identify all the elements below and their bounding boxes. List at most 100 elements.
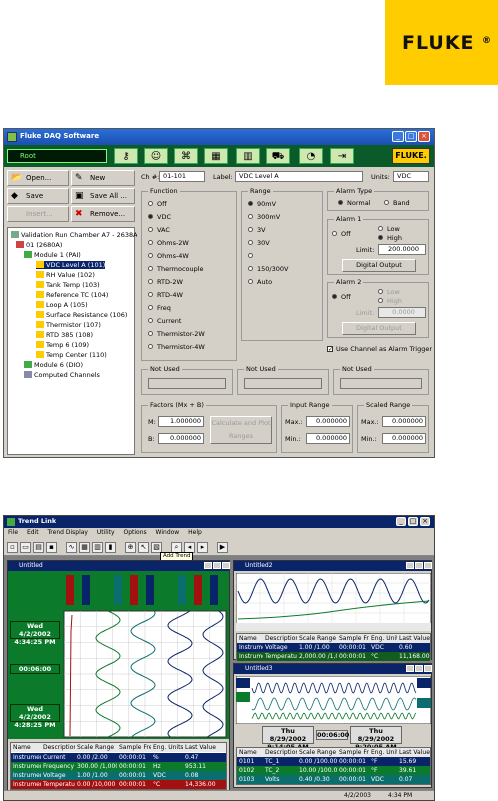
- save-all-button[interactable]: ▣ Save All ...: [71, 188, 135, 204]
- tree-channel-item[interactable]: Tank Temp (103): [36, 281, 100, 289]
- menu-options[interactable]: Options: [123, 529, 146, 536]
- range-option[interactable]: 90mV: [248, 200, 276, 208]
- alarm2-low[interactable]: Low: [378, 288, 400, 296]
- grid-icon[interactable]: ▦: [204, 148, 228, 164]
- alarm1-off[interactable]: Off: [332, 230, 351, 238]
- range-option[interactable]: 3V: [248, 226, 266, 234]
- sub3-close[interactable]: [424, 665, 432, 672]
- alarm2-limit-field[interactable]: 0.0000: [378, 307, 426, 318]
- sub2-maximize[interactable]: [415, 562, 423, 569]
- range-option[interactable]: 30V: [248, 239, 270, 247]
- ch-number-field[interactable]: 01-101: [159, 171, 205, 182]
- insert-button[interactable]: Insert...: [7, 206, 69, 222]
- scaled-min-field[interactable]: 0.000000: [382, 433, 426, 444]
- calculate-button[interactable]: Calculate and Plot Ranges: [210, 416, 272, 444]
- menu-help[interactable]: Help: [188, 529, 202, 536]
- trend-close-button[interactable]: ×: [420, 517, 430, 526]
- table-row[interactable]: InstrumentTemperature2,000.00 /1,00000:0…: [237, 652, 430, 661]
- open-icon[interactable]: ▭: [20, 542, 31, 553]
- range-option[interactable]: Auto: [248, 278, 272, 286]
- truck-icon[interactable]: ⛟: [266, 148, 290, 164]
- users-icon[interactable]: ☺: [144, 148, 168, 164]
- range-option[interactable]: 150/300V: [248, 265, 288, 273]
- sub3-trend-chart[interactable]: [236, 676, 431, 724]
- table-row[interactable]: Instrument 1Temperature0.00 /10,00000:00…: [11, 780, 226, 789]
- use-trigger-checkbox[interactable]: ✓ Use Channel as Alarm Trigger: [327, 345, 432, 353]
- alarm2-off[interactable]: Off: [332, 293, 351, 301]
- table-icon[interactable]: ▥: [92, 542, 103, 553]
- alarm1-digital-output-button[interactable]: Digital Output: [342, 259, 416, 272]
- function-option[interactable]: Thermistor-2W: [148, 330, 205, 338]
- tree-channel-item[interactable]: RTD 385 (108): [36, 331, 93, 339]
- chart-icon[interactable]: ▮: [105, 542, 116, 553]
- new-button[interactable]: ✎ New: [71, 170, 135, 186]
- tree-channel-item[interactable]: Thermistor (107): [36, 321, 101, 329]
- function-option[interactable]: VAC: [148, 226, 170, 234]
- alarm1-high[interactable]: High: [378, 234, 402, 242]
- trend-icon[interactable]: ∿: [66, 542, 77, 553]
- play-icon[interactable]: ▶: [217, 542, 228, 553]
- function-option[interactable]: RTD-4W: [148, 291, 183, 299]
- sub2-minimize[interactable]: [406, 562, 414, 569]
- remove-button[interactable]: ✖ Remove...: [71, 206, 135, 222]
- tree-device[interactable]: 01 (2680A): [16, 241, 62, 249]
- tree-channel-item[interactable]: Surface Resistance (106): [36, 311, 127, 319]
- print-icon[interactable]: ▤: [33, 542, 44, 553]
- close-button[interactable]: ×: [418, 131, 430, 142]
- scaled-max-field[interactable]: 0.000000: [382, 416, 426, 427]
- input-min-field[interactable]: 0.000000: [306, 433, 350, 444]
- function-option[interactable]: Ohms-4W: [148, 252, 189, 260]
- key-icon[interactable]: ⚷: [114, 148, 138, 164]
- table-row[interactable]: 0101TC_10.00 /100.000000:00:01°F15.69: [237, 757, 430, 766]
- function-option[interactable]: Thermocouple: [148, 265, 204, 273]
- gauge-icon[interactable]: ◔: [299, 148, 323, 164]
- sub2-trend-chart[interactable]: [236, 573, 431, 631]
- alarm-type-band[interactable]: Band: [384, 199, 410, 207]
- table-row[interactable]: Instrument 1Frequency300.00 /1,00000:00:…: [11, 762, 226, 771]
- new-icon[interactable]: ▫: [7, 542, 18, 553]
- function-option[interactable]: Off: [148, 200, 167, 208]
- table-row[interactable]: 0103 Volts 0.40 /0.30 00:00:01 VDC 0.07: [237, 775, 430, 784]
- function-option[interactable]: RTD-2W: [148, 278, 183, 286]
- sub3-minimize[interactable]: [406, 665, 414, 672]
- menu-window[interactable]: Window: [156, 529, 180, 536]
- channel-tree[interactable]: Validation Run Chamber A7 - 2638A 01 (26…: [7, 227, 138, 455]
- sub1-minimize[interactable]: [204, 562, 212, 569]
- menu-trend-display[interactable]: Trend Display: [48, 529, 88, 536]
- save-icon[interactable]: ▪: [46, 542, 57, 553]
- units-field[interactable]: VDC: [393, 171, 429, 182]
- alarm2-digital-output-button[interactable]: Digital Output: [342, 322, 416, 335]
- tree-channel-item[interactable]: Reference TC (104): [36, 291, 108, 299]
- b-field[interactable]: 0.000000: [158, 433, 204, 444]
- open-button[interactable]: 📂 Open...: [7, 170, 69, 186]
- save-button[interactable]: ◆ Save: [7, 188, 69, 204]
- minimize-button[interactable]: _: [392, 131, 404, 142]
- function-option[interactable]: VDC: [148, 213, 171, 221]
- table-row[interactable]: 0102TC_210.00 /100.000000:00:01°F39.61: [237, 766, 430, 775]
- sub3-maximize[interactable]: [415, 665, 423, 672]
- sub1-maximize[interactable]: [213, 562, 221, 569]
- tree-channel-item[interactable]: VDC Level A (101): [36, 261, 106, 269]
- label-field[interactable]: VDC Level A: [235, 171, 363, 182]
- range-option[interactable]: [248, 252, 257, 260]
- tree-channel-item[interactable]: Temp 6 (109): [36, 341, 89, 349]
- alarm-type-normal[interactable]: Normal: [338, 199, 371, 207]
- tree-computed[interactable]: Computed Channels: [24, 371, 100, 379]
- cursor-icon[interactable]: ↖: [138, 542, 149, 553]
- grid-icon[interactable]: ▦: [79, 542, 90, 553]
- forward-icon[interactable]: ▸: [197, 542, 208, 553]
- exit-icon[interactable]: ⇥: [330, 148, 354, 164]
- chart-icon[interactable]: ▥: [236, 148, 260, 164]
- function-option[interactable]: Ohms-2W: [148, 239, 189, 247]
- tree-root[interactable]: Validation Run Chamber A7 - 2638A: [11, 231, 138, 239]
- alarm2-high[interactable]: High: [378, 297, 402, 305]
- maximize-button[interactable]: □: [405, 131, 417, 142]
- add-trend-icon[interactable]: ⊕: [125, 542, 136, 553]
- tree-module1[interactable]: Module 1 (PAI): [24, 251, 81, 259]
- menu-file[interactable]: File: [8, 529, 18, 536]
- table-row[interactable]: InstrumentVoltage1.00 /1.0000:00:01VDC0.…: [237, 643, 430, 652]
- table-row[interactable]: Instrument 1Current0.00 /2.0000:00:01%0.…: [11, 753, 226, 762]
- m-field[interactable]: 1.000000: [158, 416, 204, 427]
- trend-minimize-button[interactable]: _: [396, 517, 406, 526]
- network-icon[interactable]: ⌘: [174, 148, 198, 164]
